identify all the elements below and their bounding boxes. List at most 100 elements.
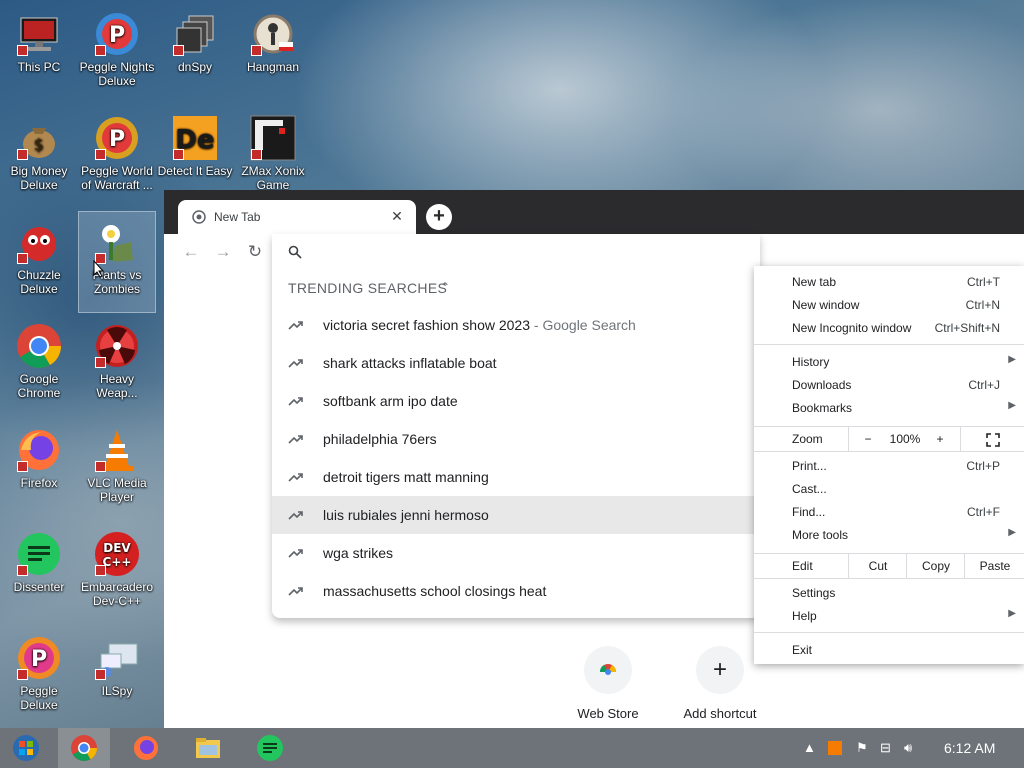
menu-label: Downloads — [792, 378, 852, 392]
desktop-icon-big-money[interactable]: $ Big Money Deluxe — [1, 108, 77, 208]
menu-item-history[interactable]: History ▶ — [754, 351, 1024, 374]
menu-label: Print... — [792, 459, 827, 473]
taskbar: ▲ ⚑ ⊟ 🔊︎ 6:12 AM — [0, 728, 1024, 768]
desktop-icon-peggle-deluxe[interactable]: P Peggle Deluxe — [1, 628, 77, 728]
tab-close-icon[interactable]: ✕ — [388, 207, 406, 225]
desktop-icon-label: Chuzzle Deluxe — [17, 268, 61, 296]
svg-text:$: $ — [34, 135, 44, 154]
omnibox-suggestion[interactable]: philadelphia 76ers — [272, 420, 760, 458]
taskbar-clock[interactable]: 6:12 AM — [944, 740, 995, 756]
omnibox-suggestion[interactable]: softbank arm ipo date — [272, 382, 760, 420]
menu-label: Help — [792, 609, 817, 623]
search-icon — [288, 245, 302, 259]
taskbar-chrome[interactable] — [58, 728, 110, 768]
network-icon[interactable]: ⊟ — [880, 740, 891, 756]
omnibox-suggestion[interactable]: wga strikes — [272, 534, 760, 572]
desktop-icon-google-chrome[interactable]: Google Chrome — [1, 316, 77, 416]
omnibox-suggestion[interactable]: luis rubiales jenni hermoso — [272, 496, 760, 534]
menu-divider — [754, 344, 1024, 345]
chevron-up-icon[interactable]: ⌃ — [440, 280, 450, 294]
taskbar-file-explorer[interactable] — [182, 728, 234, 768]
desktop-icon-heavy-weapon[interactable]: Heavy Weap... — [79, 316, 155, 416]
volume-icon[interactable]: 🔊︎ — [904, 740, 912, 756]
action-center-flag-icon[interactable]: ⚑ — [856, 740, 868, 756]
suggestion-text: luis rubiales jenni hermoso — [323, 507, 489, 523]
suggestion-source: - Google Search — [530, 317, 636, 333]
desktop-icon-ilspy[interactable]: ILSpy — [79, 628, 155, 728]
trending-arrow-icon — [288, 549, 303, 558]
taskbar-firefox[interactable] — [120, 728, 172, 768]
edit-label: Edit — [792, 559, 813, 573]
menu-item-find[interactable]: Find... Ctrl+F — [754, 501, 1024, 524]
menu-shortcut: Ctrl+F — [967, 505, 1000, 519]
trending-arrow-icon — [288, 587, 303, 596]
menu-item-new-window[interactable]: New window Ctrl+N — [754, 294, 1024, 317]
desktop-icon-dissenter[interactable]: Dissenter — [1, 524, 77, 624]
menu-item-settings[interactable]: Settings — [754, 582, 1024, 605]
menu-label: Bookmarks — [792, 401, 853, 415]
zoom-out-button[interactable]: − — [848, 427, 887, 451]
omnibox-suggestion[interactable]: shark attacks inflatable boat — [272, 344, 760, 382]
start-button[interactable] — [0, 728, 52, 768]
menu-label: Cast... — [792, 482, 827, 496]
desktop-icon-devcpp[interactable]: DEV C++ Embarcadero Dev-C++ — [79, 524, 155, 624]
desktop-icon-dnspy[interactable]: dnSpy — [157, 4, 233, 104]
menu-item-new-incognito-window[interactable]: New Incognito window Ctrl+Shift+N — [754, 317, 1024, 340]
suggestion-query: shark attacks inflatable boat — [323, 355, 497, 371]
omnibox-suggestion[interactable]: massachusetts school closings heat — [272, 572, 760, 610]
plus-icon: + — [712, 656, 727, 683]
desktop-icon-label: Google Chrome — [17, 372, 61, 400]
desktop-icon-label: Dissenter — [13, 580, 65, 594]
desktop-icon-hangman[interactable]: Hangman — [235, 4, 311, 104]
menu-item-new-tab[interactable]: New tab Ctrl+T — [754, 271, 1024, 294]
menu-label: Find... — [792, 505, 826, 519]
zoom-in-button[interactable]: + — [926, 427, 954, 451]
menu-shortcut: Ctrl+N — [965, 298, 1000, 312]
menu-item-bookmarks[interactable]: Bookmarks ▶ — [754, 397, 1024, 420]
suggestion-text: massachusetts school closings heat — [323, 583, 546, 599]
forward-arrow-icon[interactable]: → — [212, 242, 234, 264]
desktop-icon-peggle-nights[interactable]: P Peggle Nights Deluxe — [79, 4, 155, 104]
desktop-icon-peggle-wow[interactable]: P Peggle World of Warcraft ... — [79, 108, 155, 208]
menu-item-cast[interactable]: Cast... — [754, 478, 1024, 501]
taskbar-dissenter[interactable] — [244, 728, 296, 768]
omnibox-input[interactable] — [312, 240, 716, 264]
die-icon: De — [171, 114, 219, 162]
paste-button[interactable]: Paste — [964, 554, 1024, 578]
back-arrow-icon[interactable]: ← — [180, 242, 202, 264]
menu-item-downloads[interactable]: Downloads Ctrl+J — [754, 374, 1024, 397]
start-orb-icon — [13, 735, 39, 761]
radiation-icon — [93, 322, 141, 370]
zoom-level: 100% — [889, 432, 921, 446]
desktop-icon-plants-vs-zombies[interactable]: Plants vs Zombies — [78, 211, 156, 313]
desktop-icon-firefox[interactable]: Firefox — [1, 420, 77, 520]
desktop-icon-label: Firefox — [20, 476, 58, 490]
shortcut-web-store[interactable]: Web Store — [558, 646, 658, 721]
menu-item-more-tools[interactable]: More tools ▶ — [754, 524, 1024, 547]
menu-label: More tools — [792, 528, 849, 542]
copy-button[interactable]: Copy — [906, 554, 965, 578]
omnibox-suggestion[interactable]: detroit tigers matt manning — [272, 458, 760, 496]
desktop-icon-label: Detect It Easy — [157, 164, 233, 178]
new-tab-button[interactable]: + — [426, 204, 452, 230]
zoom-label: Zoom — [792, 432, 823, 446]
tray-app-icon[interactable] — [828, 741, 842, 755]
menu-item-help[interactable]: Help ▶ — [754, 605, 1024, 628]
desktop-icon-this-pc[interactable]: This PC — [1, 4, 77, 104]
suggestion-query: philadelphia 76ers — [323, 431, 437, 447]
desktop-icon-chuzzle[interactable]: Chuzzle Deluxe — [1, 212, 77, 312]
menu-label: New Incognito window — [792, 321, 912, 335]
desktop-icon-label: dnSpy — [177, 60, 213, 74]
menu-item-print[interactable]: Print... Ctrl+P — [754, 455, 1024, 478]
reload-icon[interactable]: ↻ — [244, 242, 266, 264]
desktop-icon-label: Heavy Weap... — [96, 372, 138, 400]
tab-new-tab[interactable]: New Tab ✕ — [178, 200, 416, 234]
menu-item-exit[interactable]: Exit — [754, 639, 1024, 662]
omnibox-suggestion[interactable]: victoria secret fashion show 2023 - Goog… — [272, 306, 760, 344]
suggestion-text: wga strikes — [323, 545, 393, 561]
desktop-icon-vlc[interactable]: VLC Media Player — [79, 420, 155, 520]
fullscreen-button[interactable] — [960, 427, 1024, 451]
cut-button[interactable]: Cut — [848, 554, 907, 578]
show-hidden-icons-icon[interactable]: ▲ — [803, 740, 816, 755]
chrome-icon — [15, 322, 63, 370]
